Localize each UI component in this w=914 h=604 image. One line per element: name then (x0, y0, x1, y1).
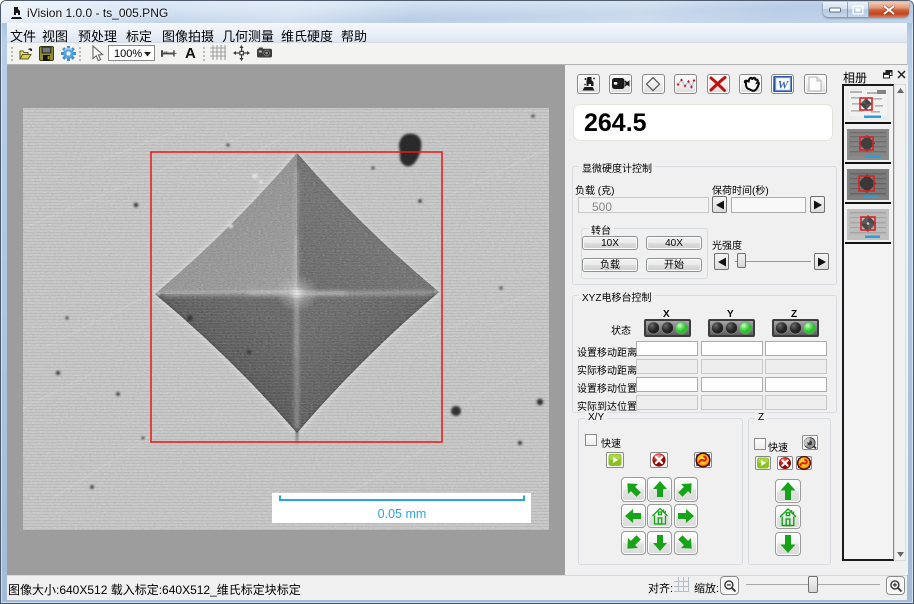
svg-text:W: W (778, 78, 790, 92)
svg-text:0.05 mm: 0.05 mm (378, 507, 427, 521)
